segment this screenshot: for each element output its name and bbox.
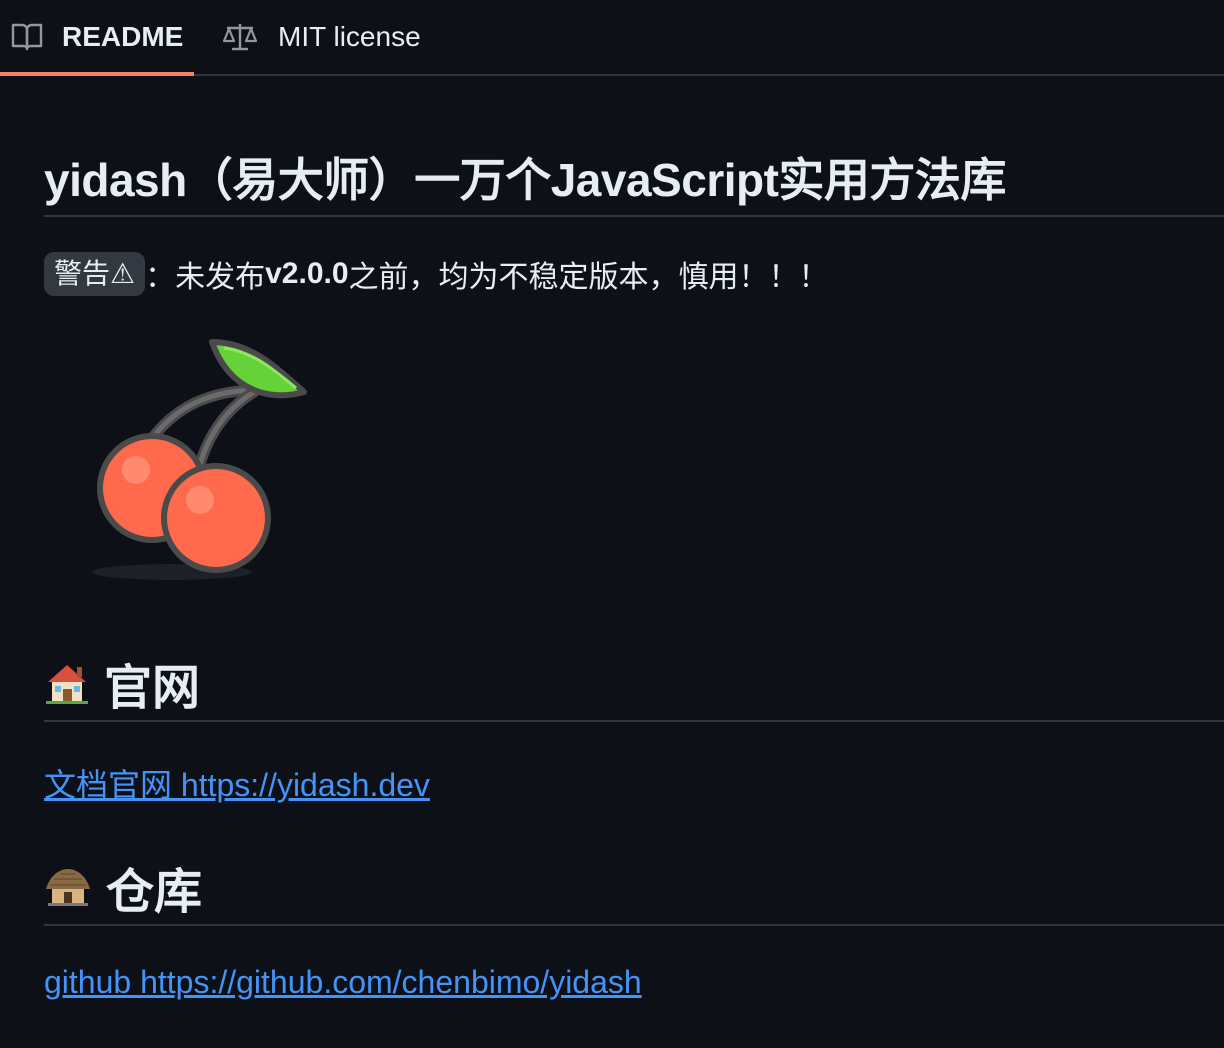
- warning-badge: 警告⚠: [44, 252, 146, 296]
- warning-version: v2.0.0: [265, 257, 349, 290]
- warning-notice: 警告⚠ ：未发布 v2.0.0 之前，均为不稳定版本，慎用！！！: [44, 252, 829, 296]
- warning-suffix: 之前，均为不稳定版本，慎用！！！: [348, 261, 829, 294]
- tab-mit-license[interactable]: MIT license: [222, 0, 421, 74]
- scale-icon: [222, 21, 258, 53]
- section-heading-website: 官网: [44, 648, 200, 718]
- section-heading-text: 仓库: [106, 866, 203, 919]
- section-heading-repository: 仓库: [44, 852, 202, 922]
- house-icon: [44, 660, 90, 706]
- readme-tabs: README MIT license: [0, 0, 1224, 76]
- section-heading-text: 官网: [104, 662, 201, 715]
- tab-readme[interactable]: README: [0, 0, 194, 76]
- title-divider: [44, 215, 1224, 217]
- docs-website-link[interactable]: 文档官网 https://yidash.dev: [44, 760, 430, 806]
- cherries-icon: [74, 330, 314, 590]
- book-icon: [10, 22, 44, 52]
- repository-divider: [44, 924, 1224, 926]
- tab-mit-license-label: MIT license: [278, 21, 421, 52]
- active-tab-indicator: [0, 72, 194, 76]
- tab-readme-label: README: [62, 21, 184, 52]
- warning-prefix: ：未发布: [145, 261, 266, 294]
- website-divider: [44, 720, 1224, 722]
- github-repo-link[interactable]: github https://github.com/chenbimo/yidas…: [44, 964, 642, 1001]
- hut-icon: [44, 867, 92, 907]
- page-title: yidash（易大师）一万个JavaScript实用方法库: [44, 154, 1006, 206]
